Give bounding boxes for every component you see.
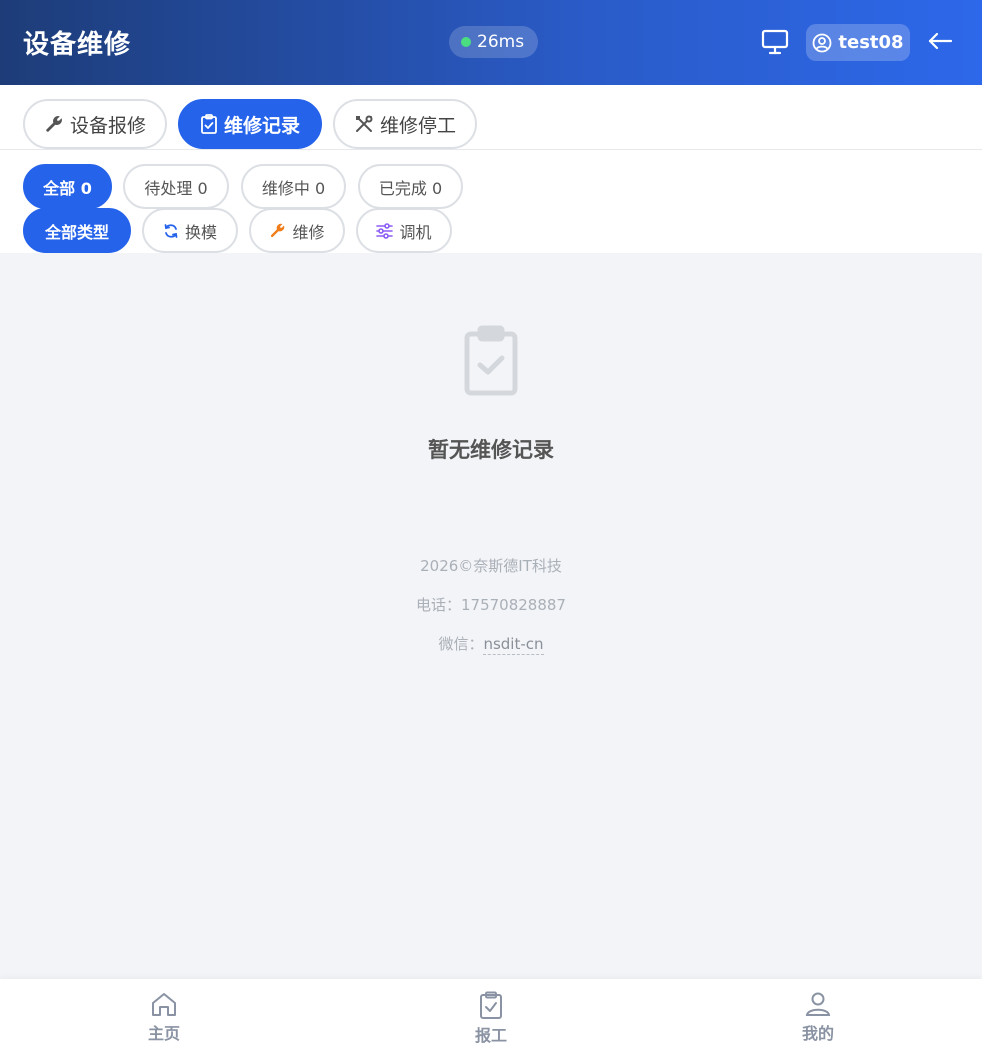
- chip-label: 维修: [292, 222, 325, 242]
- tab-label: 维修记录: [223, 114, 300, 137]
- app-header: 设备维修 26ms test08: [0, 0, 982, 85]
- type-filter-all[interactable]: 全部类型: [23, 208, 131, 253]
- user-circle-icon: [813, 33, 832, 52]
- chip-label: 全部 0: [43, 178, 92, 198]
- monitor-icon[interactable]: [761, 29, 789, 55]
- user-icon: [805, 992, 831, 1016]
- nav-label: 主页: [147, 1024, 180, 1043]
- status-filter-all[interactable]: 全部 0: [23, 164, 112, 209]
- chip-label: 换模: [184, 222, 217, 242]
- type-filter-repair[interactable]: 维修: [249, 208, 345, 253]
- tab-repair-downtime[interactable]: 维修停工: [333, 99, 477, 149]
- tab-label: 设备报修: [69, 114, 146, 137]
- status-filter-in-progress[interactable]: 维修中 0: [241, 164, 346, 209]
- copyright-text: 2026©奈斯德IT科技: [420, 557, 562, 575]
- chip-label: 待处理 0: [144, 178, 208, 198]
- home-icon: [152, 993, 176, 1016]
- chip-label: 调机: [399, 222, 432, 242]
- wrench-icon: [271, 223, 285, 238]
- chip-label: 已完成 0: [378, 178, 443, 198]
- user-menu-button[interactable]: test08: [806, 24, 910, 61]
- page-title: 设备维修: [23, 30, 132, 60]
- refresh-icon: [164, 223, 178, 238]
- nav-home[interactable]: 主页: [104, 979, 224, 1056]
- wechat-line: 微信：nsdit-cn: [0, 633, 982, 655]
- type-filter-mold-change[interactable]: 换模: [142, 208, 238, 253]
- type-filter-tuning[interactable]: 调机: [356, 208, 452, 253]
- status-filter-pending[interactable]: 待处理 0: [123, 164, 229, 209]
- wrench-icon: [46, 116, 62, 132]
- main-tab-bar: 设备报修 维修记录 维修停工: [0, 85, 982, 150]
- wechat-id[interactable]: nsdit-cn: [483, 635, 544, 655]
- latency-badge: 26ms: [449, 26, 539, 58]
- wechat-label: 微信：: [438, 635, 484, 653]
- status-filter-completed[interactable]: 已完成 0: [358, 164, 463, 209]
- bottom-navigation: 主页 报工 我的: [0, 979, 982, 1056]
- clipboard-check-icon: [464, 325, 518, 396]
- chip-label: 维修中 0: [261, 178, 326, 198]
- clipboard-check-icon: [480, 991, 502, 1019]
- nav-label: 我的: [801, 1024, 834, 1043]
- empty-state-message: 暂无维修记录: [428, 438, 554, 462]
- chip-label: 全部类型: [44, 222, 109, 242]
- phone-text: 电话：17570828887: [416, 596, 566, 614]
- nav-profile[interactable]: 我的: [758, 979, 878, 1056]
- online-status-dot: [461, 37, 471, 47]
- clipboard-check-icon: [201, 114, 217, 134]
- sliders-icon: [376, 222, 394, 239]
- tools-icon: [355, 115, 373, 132]
- arrow-left-icon[interactable]: [927, 29, 953, 53]
- latency-value: 26ms: [477, 32, 525, 52]
- nav-report-work[interactable]: 报工: [431, 979, 551, 1056]
- tab-repair-request[interactable]: 设备报修: [23, 99, 167, 149]
- tab-repair-records[interactable]: 维修记录: [178, 99, 322, 149]
- filter-panel: 全部 0 待处理 0 维修中 0 已完成 0 全部类型 换模 维修 调机: [0, 150, 982, 253]
- nav-label: 报工: [474, 1026, 507, 1045]
- username: test08: [838, 32, 904, 53]
- tab-label: 维修停工: [379, 114, 456, 137]
